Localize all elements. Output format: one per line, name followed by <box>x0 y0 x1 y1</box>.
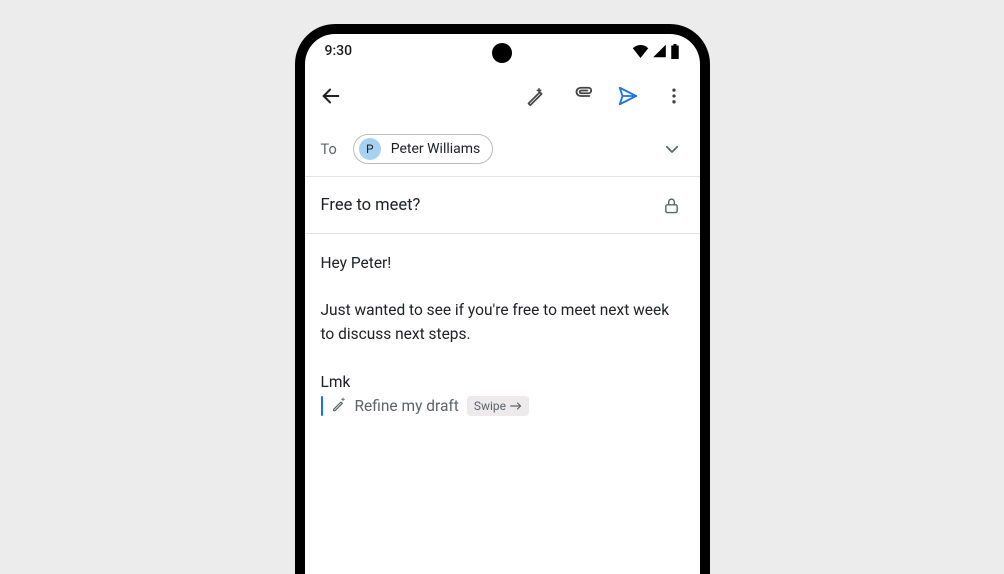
wifi-icon <box>632 44 649 58</box>
attachment-icon <box>570 85 594 107</box>
pencil-sparkle-icon <box>331 396 347 416</box>
magic-compose-button[interactable] <box>524 84 548 108</box>
recipient-name: Peter Williams <box>391 141 481 157</box>
status-bar: 9:30 <box>305 34 700 68</box>
recipient-avatar: P <box>359 138 381 160</box>
arrow-back-icon <box>320 85 342 107</box>
more-options-button[interactable] <box>662 84 686 108</box>
phone-frame: 9:30 To <box>295 24 710 574</box>
send-button[interactable] <box>616 84 640 108</box>
swipe-label: Swipe <box>474 399 506 413</box>
confidential-mode-button[interactable] <box>660 193 684 217</box>
send-icon <box>617 85 639 107</box>
attach-button[interactable] <box>570 84 594 108</box>
subject-text: Free to meet? <box>321 196 421 215</box>
status-time: 9:30 <box>325 43 353 59</box>
refine-draft-suggestion[interactable]: Refine my draft Swipe <box>321 396 684 416</box>
refine-label: Refine my draft <box>355 397 459 415</box>
recipient-chip[interactable]: P Peter Williams <box>353 134 494 164</box>
compose-app-bar <box>305 68 700 124</box>
back-button[interactable] <box>319 84 343 108</box>
expand-recipients-button[interactable] <box>660 137 684 161</box>
arrow-right-icon <box>510 402 522 410</box>
more-vert-icon <box>664 86 684 106</box>
chevron-down-icon <box>663 140 681 158</box>
signal-icon <box>652 44 667 58</box>
to-field-row[interactable]: To P Peter Williams <box>305 124 700 177</box>
status-icons <box>632 44 680 59</box>
magic-wand-icon <box>525 86 546 107</box>
text-cursor <box>321 396 323 416</box>
battery-icon <box>670 44 680 59</box>
camera-hole <box>492 43 512 63</box>
body-text: Hey Peter! Just wanted to see if you're … <box>321 252 684 394</box>
compose-body-area[interactable]: Hey Peter! Just wanted to see if you're … <box>305 234 700 434</box>
swipe-hint-badge: Swipe <box>467 396 529 416</box>
to-label: To <box>321 141 337 158</box>
subject-field-row[interactable]: Free to meet? <box>305 177 700 234</box>
lock-icon <box>663 196 680 215</box>
